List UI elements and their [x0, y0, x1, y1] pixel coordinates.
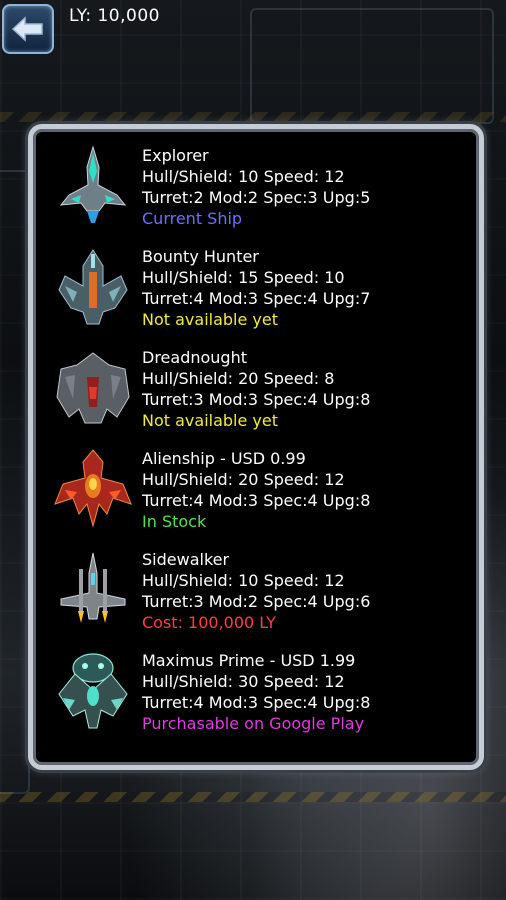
ship-hull-speed: Hull/Shield: 10 Speed: 12 [142, 167, 345, 186]
ship-name: Alienship - USD 0.99 [142, 449, 306, 468]
ship-item-sidewalker[interactable]: Sidewalker Hull/Shield: 10 Speed: 12 Tur… [47, 543, 467, 643]
ship-hull-speed: Hull/Shield: 20 Speed: 12 [142, 470, 345, 489]
sidewalker-ship-icon [60, 552, 126, 623]
ship-name: Sidewalker [142, 550, 230, 569]
ship-list-frame: Explorer Hull/Shield: 10 Speed: 12 Turre… [28, 124, 484, 770]
alienship-ship-icon [54, 449, 132, 528]
ship-status: Not available yet [142, 411, 279, 430]
ship-status: Purchasable on Google Play [142, 714, 365, 733]
ship-status: In Stock [142, 512, 207, 531]
ship-slots: Turret:3 Mod:3 Spec:4 Upg:8 [142, 390, 371, 409]
ship-status: Current Ship [142, 209, 243, 228]
ship-slots: Turret:3 Mod:2 Spec:4 Upg:6 [142, 592, 371, 611]
ship-hull-speed: Hull/Shield: 30 Speed: 12 [142, 672, 345, 691]
ship-item-maximus-prime[interactable]: Maximus Prime - USD 1.99 Hull/Shield: 30… [47, 644, 467, 744]
bounty-hunter-ship-icon [58, 249, 128, 325]
ship-hull-speed: Hull/Shield: 10 Speed: 12 [142, 571, 345, 590]
ship-status: Cost: 100,000 LY [142, 613, 276, 632]
back-arrow-icon [11, 16, 43, 42]
ship-hull-speed: Hull/Shield: 15 Speed: 10 [142, 268, 345, 287]
ship-name: Bounty Hunter [142, 247, 259, 266]
background-hazard-stripe-top [0, 112, 506, 122]
ship-item-explorer[interactable]: Explorer Hull/Shield: 10 Speed: 12 Turre… [47, 139, 467, 239]
ship-slots: Turret:4 Mod:3 Spec:4 Upg:7 [142, 289, 371, 308]
ship-name: Dreadnought [142, 348, 247, 367]
ship-name: Maximus Prime - USD 1.99 [142, 651, 356, 670]
ship-item-bounty-hunter[interactable]: Bounty Hunter Hull/Shield: 15 Speed: 10 … [47, 240, 467, 340]
maximus-prime-ship-icon [58, 653, 128, 729]
ship-item-alienship[interactable]: Alienship - USD 0.99 Hull/Shield: 20 Spe… [47, 442, 467, 542]
ship-status: Not available yet [142, 310, 279, 329]
ship-slots: Turret:4 Mod:3 Spec:4 Upg:8 [142, 491, 371, 510]
dreadnought-ship-icon [56, 352, 130, 424]
ship-slots: Turret:2 Mod:2 Spec:3 Upg:5 [142, 188, 371, 207]
back-button[interactable] [2, 4, 54, 54]
background-panel-left [0, 170, 30, 794]
explorer-ship-icon [59, 145, 127, 223]
ship-slots: Turret:4 Mod:3 Spec:4 Upg:8 [142, 693, 371, 712]
ship-name: Explorer [142, 146, 209, 165]
background-hazard-stripe [0, 792, 506, 802]
ship-list: Explorer Hull/Shield: 10 Speed: 12 Turre… [47, 139, 465, 755]
ship-item-dreadnought[interactable]: Dreadnought Hull/Shield: 20 Speed: 8 Tur… [47, 341, 467, 441]
background-panel-top-right [250, 8, 494, 124]
ly-balance: LY: 10,000 [69, 6, 160, 26]
ship-hull-speed: Hull/Shield: 20 Speed: 8 [142, 369, 335, 388]
